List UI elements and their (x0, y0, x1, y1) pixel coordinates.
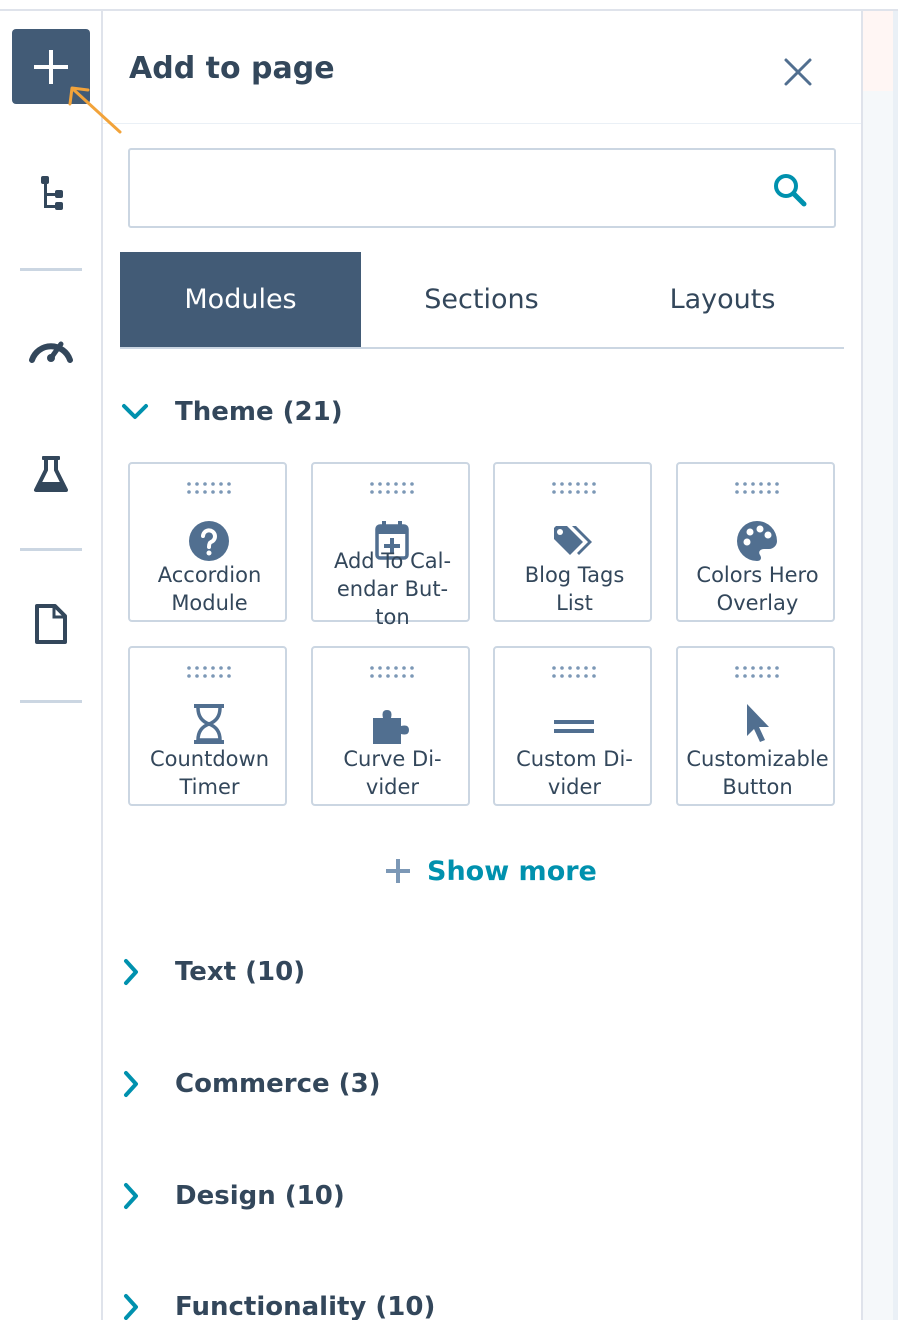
tab-bar: Modules Sections Layouts (120, 252, 844, 349)
module-card-curve-divider[interactable]: Curve Di- vider (311, 646, 470, 806)
chevron-right-icon (121, 1176, 161, 1216)
module-card-customizable-button[interactable]: Customizable Button (676, 646, 835, 806)
close-icon[interactable] (783, 57, 813, 87)
group-label: Text (10) (175, 957, 306, 987)
search-box (128, 148, 836, 228)
group-text[interactable]: Text (10) (121, 947, 305, 997)
search-input[interactable] (140, 160, 760, 216)
module-card-blog-tags[interactable]: Blog Tags List (493, 462, 652, 622)
top-border (0, 0, 898, 11)
rail-divider (20, 548, 82, 551)
pointer-icon (735, 702, 779, 746)
document-icon (35, 604, 67, 644)
add-to-page-button[interactable] (12, 29, 90, 104)
chevron-right-icon (121, 952, 161, 992)
tab-sections[interactable]: Sections (361, 252, 602, 347)
tab-layouts[interactable]: Layouts (602, 252, 843, 347)
hourglass-icon (187, 702, 231, 746)
module-label: Add To Cal- endar But- ton (333, 549, 452, 629)
flask-icon (34, 456, 68, 492)
test-button[interactable] (26, 449, 76, 499)
tree-icon (41, 176, 63, 210)
scrollbar-track[interactable] (893, 11, 898, 1320)
search-icon[interactable] (772, 172, 808, 208)
module-card-add-to-calendar[interactable]: Add To Cal- endar But- ton (311, 462, 470, 629)
group-theme[interactable]: Theme (21) (121, 387, 343, 437)
puzzle-icon (370, 704, 414, 748)
module-label: Custom Di- vider (516, 747, 633, 799)
group-commerce[interactable]: Commerce (3) (121, 1059, 381, 1109)
module-label: Accordion Module (157, 563, 262, 615)
page-settings-button[interactable] (26, 599, 76, 649)
drag-handle-icon[interactable] (734, 481, 780, 495)
drag-handle-icon[interactable] (551, 481, 597, 495)
module-card-colors-hero-overlay[interactable]: Colors Hero Overlay (676, 462, 835, 622)
gauge-icon (29, 341, 73, 363)
module-label: Colors Hero Overlay (696, 563, 819, 615)
module-label: Blog Tags List (524, 563, 625, 615)
tags-icon (552, 520, 596, 564)
chevron-right-icon (121, 1287, 161, 1320)
panel-title: Add to page (129, 51, 335, 86)
question-circle-icon (187, 519, 231, 563)
plus-icon (34, 49, 68, 84)
group-label: Functionality (10) (175, 1292, 436, 1320)
palette-icon (735, 519, 779, 563)
drag-handle-icon[interactable] (186, 665, 232, 679)
add-to-page-panel: Add to page Modules Sections Layouts The… (103, 11, 861, 1320)
module-card-countdown-timer[interactable]: Countdown Timer (128, 646, 287, 806)
panel-header: Add to page (103, 11, 861, 124)
plus-icon (386, 859, 410, 883)
module-label: Customizable Button (686, 747, 829, 799)
optimize-button[interactable] (26, 321, 76, 371)
rail-divider (20, 268, 82, 271)
divider-lines-icon (552, 704, 596, 748)
module-card-custom-divider[interactable]: Custom Di- vider (493, 646, 652, 806)
module-label: Curve Di- vider (343, 747, 442, 799)
drag-handle-icon[interactable] (551, 665, 597, 679)
group-label: Design (10) (175, 1181, 345, 1211)
left-rail (0, 11, 103, 1320)
module-label: Countdown Timer (149, 747, 270, 799)
show-more-button[interactable]: Show more (383, 849, 597, 893)
chevron-right-icon (121, 1064, 161, 1104)
drag-handle-icon[interactable] (369, 665, 415, 679)
page-canvas-edge (861, 11, 898, 1320)
drag-handle-icon[interactable] (734, 665, 780, 679)
tree-structure-button[interactable] (26, 168, 76, 218)
group-label: Theme (21) (175, 397, 343, 427)
tab-modules[interactable]: Modules (120, 252, 361, 347)
drag-handle-icon[interactable] (369, 481, 415, 495)
drag-handle-icon[interactable] (186, 481, 232, 495)
group-design[interactable]: Design (10) (121, 1171, 345, 1221)
group-label: Commerce (3) (175, 1069, 381, 1099)
group-functionality[interactable]: Functionality (10) (121, 1282, 435, 1320)
module-card-accordion[interactable]: Accordion Module (128, 462, 287, 622)
show-more-label: Show more (427, 855, 597, 887)
rail-divider (20, 700, 82, 703)
chevron-down-icon (121, 392, 161, 432)
